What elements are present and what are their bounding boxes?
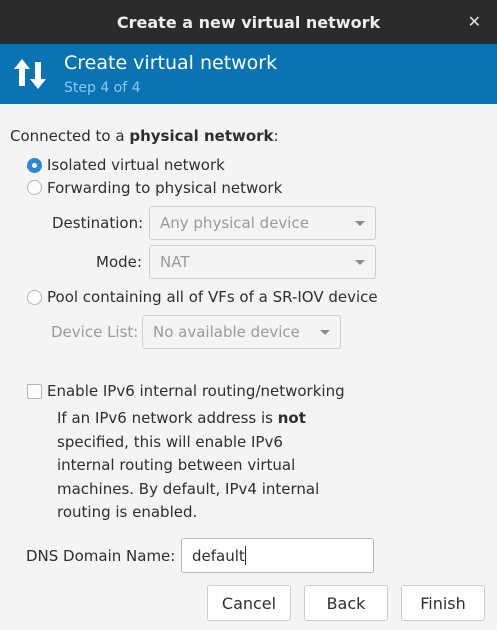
forwarding-label[interactable]: Forwarding to physical network bbox=[47, 179, 282, 197]
connected-prefix: Connected to a bbox=[10, 127, 130, 145]
dns-input[interactable]: default bbox=[181, 538, 374, 573]
close-icon[interactable]: ✕ bbox=[468, 12, 481, 31]
ipv6-label[interactable]: Enable IPv6 internal routing/networking bbox=[47, 382, 345, 400]
ipv6-checkbox[interactable] bbox=[27, 384, 42, 399]
mode-label: Mode: bbox=[96, 253, 142, 271]
mode-value: NAT bbox=[160, 253, 190, 271]
device-list-combo[interactable]: No available device bbox=[142, 315, 341, 349]
dns-label: DNS Domain Name: bbox=[26, 547, 176, 565]
connected-bold: physical network bbox=[129, 127, 274, 145]
device-list-value: No available device bbox=[153, 323, 300, 341]
text-cursor bbox=[244, 546, 246, 565]
chevron-down-icon bbox=[320, 330, 330, 335]
connected-label: Connected to a physical network: bbox=[10, 127, 279, 145]
isolated-label[interactable]: Isolated virtual network bbox=[47, 156, 225, 174]
device-list-label: Device List: bbox=[51, 323, 139, 341]
connected-suffix: : bbox=[273, 127, 279, 145]
pool-label[interactable]: Pool containing all of VFs of a SR-IOV d… bbox=[47, 288, 378, 306]
mode-combo[interactable]: NAT bbox=[149, 245, 376, 279]
isolated-radio[interactable] bbox=[27, 158, 42, 173]
destination-label: Destination: bbox=[52, 214, 144, 232]
ipv6-description: If an IPv6 network address is not specif… bbox=[57, 407, 327, 525]
forwarding-radio[interactable] bbox=[27, 180, 42, 195]
pool-radio[interactable] bbox=[27, 290, 42, 305]
chevron-down-icon bbox=[355, 260, 365, 265]
dns-value: default bbox=[192, 546, 245, 565]
banner-title: Create virtual network bbox=[64, 52, 278, 74]
network-arrows-icon bbox=[14, 59, 46, 89]
ipv6-desc-bold: not bbox=[277, 409, 306, 427]
destination-combo[interactable]: Any physical device bbox=[149, 206, 376, 240]
banner-step: Step 4 of 4 bbox=[64, 80, 141, 96]
finish-button[interactable]: Finish bbox=[401, 585, 485, 621]
destination-value: Any physical device bbox=[160, 214, 309, 232]
cancel-button[interactable]: Cancel bbox=[207, 585, 291, 621]
chevron-down-icon bbox=[355, 221, 365, 226]
window-titlebar: Create a new virtual network ✕ bbox=[0, 0, 497, 44]
wizard-banner: Create virtual network Step 4 of 4 bbox=[0, 44, 497, 104]
ipv6-desc-prefix: If an IPv6 network address is bbox=[57, 409, 278, 427]
window-title: Create a new virtual network bbox=[116, 12, 381, 32]
ipv6-desc-suffix: specified, this will enable IPv6 interna… bbox=[57, 432, 320, 522]
back-button[interactable]: Back bbox=[304, 585, 388, 621]
